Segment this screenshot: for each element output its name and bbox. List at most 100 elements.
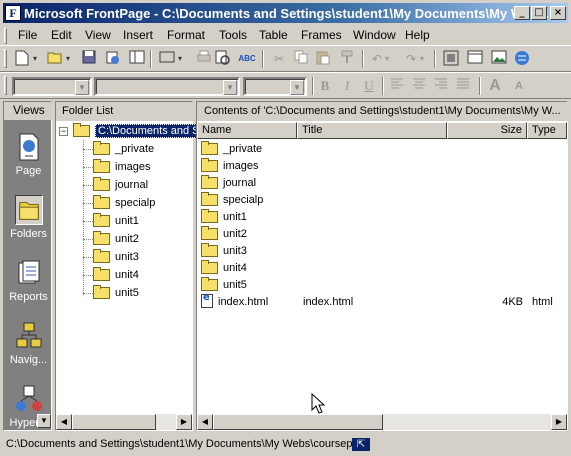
style-select[interactable]: ▼ [12, 77, 92, 96]
list-item[interactable]: unit1 [197, 209, 569, 226]
view-navigation[interactable]: Navig... [6, 313, 51, 375]
column-header-title[interactable]: Title [297, 122, 447, 139]
web-component-icon[interactable] [158, 50, 176, 68]
font-size-select[interactable]: ▼ [243, 77, 307, 96]
tree-item-images[interactable]: images [93, 159, 150, 175]
tree-item-journal[interactable]: journal [93, 177, 148, 193]
list-item[interactable]: images [197, 158, 569, 175]
folder-icon [201, 243, 218, 257]
tree-item-unit1[interactable]: unit1 [93, 213, 139, 229]
views-scroll-down-button[interactable]: ▼ [37, 414, 51, 428]
list-item[interactable]: unit2 [197, 226, 569, 243]
spelling-icon[interactable]: ABC [238, 50, 256, 68]
menu-view[interactable]: View [82, 28, 114, 42]
toolbar-grip[interactable] [4, 76, 7, 95]
cut-icon[interactable]: ✂ [270, 50, 288, 68]
file-type: html [532, 296, 553, 308]
menu-tools[interactable]: Tools [216, 28, 250, 42]
redo-dropdown-icon[interactable]: ▾ [418, 50, 426, 68]
align-left-icon[interactable] [388, 77, 406, 95]
publish-icon[interactable] [104, 50, 122, 68]
tree-root[interactable]: − C:\Documents and S [59, 123, 203, 139]
menu-window[interactable]: Window [350, 28, 399, 42]
save-icon[interactable] [80, 50, 98, 68]
image-icon[interactable] [490, 50, 508, 68]
component-dropdown-icon[interactable]: ▾ [176, 50, 184, 68]
tree-item-specialp[interactable]: specialp [93, 195, 155, 211]
collapse-icon[interactable]: − [59, 127, 68, 136]
chevron-down-icon[interactable]: ▼ [223, 80, 237, 95]
close-button[interactable]: × [550, 6, 566, 20]
menu-frames[interactable]: Frames [298, 28, 345, 42]
toolbar-grip[interactable] [4, 49, 7, 68]
decrease-font-icon[interactable]: A [510, 77, 528, 95]
paste-icon[interactable] [314, 50, 332, 68]
bold-button[interactable]: B [316, 77, 334, 95]
underline-button[interactable]: U [360, 77, 378, 95]
format-painter-icon[interactable] [338, 50, 356, 68]
italic-button[interactable]: I [338, 77, 356, 95]
menu-grip[interactable] [4, 28, 7, 44]
tree-item-unit5[interactable]: unit5 [93, 285, 139, 301]
tree-line [83, 185, 93, 186]
increase-font-icon[interactable]: A [486, 77, 504, 95]
new-icon[interactable] [13, 50, 31, 68]
scroll-right-button[interactable]: ▶ [551, 414, 567, 430]
insert-component-icon[interactable] [442, 50, 460, 68]
minimize-button[interactable]: _ [514, 6, 530, 20]
list-item[interactable]: unit5 [197, 277, 569, 294]
list-item[interactable]: unit4 [197, 260, 569, 277]
menu-help[interactable]: Help [402, 28, 433, 42]
list-item[interactable]: _private [197, 141, 569, 158]
table-icon[interactable] [466, 50, 484, 68]
tree-item-unit4[interactable]: unit4 [93, 267, 139, 283]
scroll-left-button[interactable]: ◀ [197, 414, 213, 430]
title-bar[interactable]: F Microsoft FrontPage - C:\Documents and… [0, 0, 571, 26]
align-right-icon[interactable] [432, 77, 450, 95]
column-header-type[interactable]: Type [527, 122, 567, 139]
menu-file[interactable]: File [15, 28, 40, 42]
undo-dropdown-icon[interactable]: ▾ [383, 50, 391, 68]
hyperlink-icon[interactable] [513, 50, 531, 68]
open-icon[interactable] [46, 50, 64, 68]
folders-view-icon [14, 195, 43, 225]
list-item[interactable]: unit3 [197, 243, 569, 260]
chevron-down-icon[interactable]: ▼ [290, 80, 304, 95]
scroll-thumb[interactable] [213, 414, 383, 430]
menu-insert[interactable]: Insert [120, 28, 156, 42]
tree-line [83, 257, 93, 258]
scroll-right-button[interactable]: ▶ [176, 414, 192, 430]
new-dropdown-icon[interactable]: ▾ [31, 50, 39, 68]
scroll-left-button[interactable]: ◀ [56, 414, 72, 430]
scroll-thumb[interactable] [72, 414, 156, 430]
tree-item-private[interactable]: _private [93, 141, 154, 157]
menu-table[interactable]: Table [256, 28, 291, 42]
column-header-name[interactable]: Name [197, 122, 297, 139]
item-name: unit2 [223, 228, 247, 240]
justify-icon[interactable] [454, 77, 472, 95]
list-item[interactable]: specialp [197, 192, 569, 209]
folder-list-icon[interactable] [128, 50, 146, 68]
maximize-button[interactable]: □ [531, 6, 547, 20]
view-folders[interactable]: Folders [6, 187, 51, 249]
view-reports[interactable]: Reports [6, 250, 51, 312]
copy-icon[interactable] [292, 50, 310, 68]
font-select[interactable]: ▼ [94, 77, 240, 96]
tree-item-unit3[interactable]: unit3 [93, 249, 139, 265]
print-icon[interactable] [195, 50, 213, 68]
list-item[interactable]: journal [197, 175, 569, 192]
chevron-down-icon[interactable]: ▼ [75, 80, 89, 95]
tree-item-unit2[interactable]: unit2 [93, 231, 139, 247]
contents-hscrollbar[interactable]: ◀ ▶ [197, 414, 567, 430]
frontpage-icon[interactable]: F [5, 5, 21, 21]
preview-icon[interactable] [214, 50, 232, 68]
menu-edit[interactable]: Edit [48, 28, 75, 42]
column-header-size[interactable]: Size [447, 122, 527, 139]
view-page[interactable]: Page [6, 124, 51, 186]
menu-format[interactable]: Format [164, 28, 208, 42]
file-row[interactable]: index.html index.html 4KB html [197, 292, 569, 311]
folder-list-hscrollbar[interactable]: ◀ ▶ [56, 414, 192, 430]
align-center-icon[interactable] [410, 77, 428, 95]
open-dropdown-icon[interactable]: ▾ [64, 50, 72, 68]
tree-item-label: unit5 [115, 287, 139, 299]
